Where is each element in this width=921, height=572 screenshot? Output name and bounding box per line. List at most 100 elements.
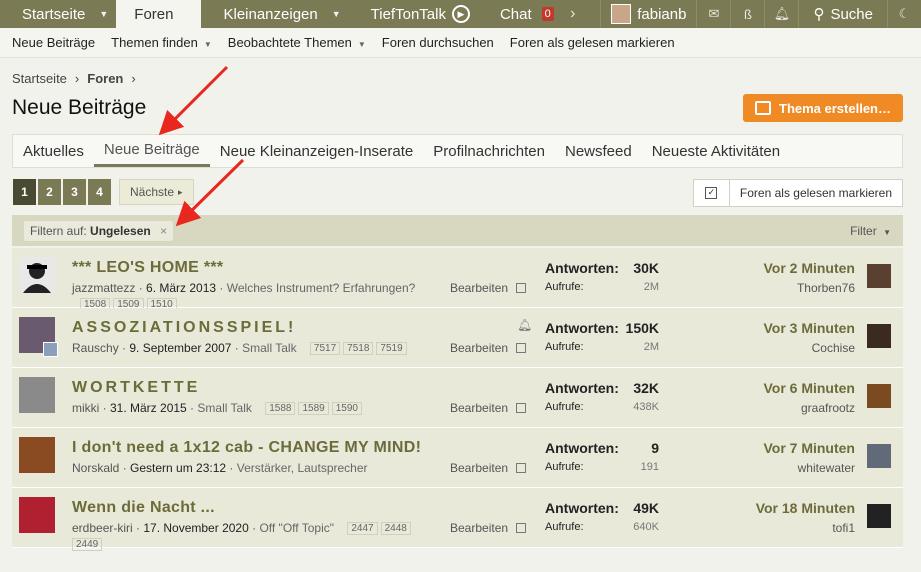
page-2-button[interactable]: 2 (38, 179, 61, 205)
select-checkbox[interactable] (516, 403, 527, 413)
subnav-new-posts[interactable]: Neue Beiträge (12, 35, 95, 50)
tab-new-classifieds[interactable]: Neue Kleinanzeigen-Inserate (210, 135, 423, 167)
thread-forum[interactable]: Off "Off Topic" (259, 521, 334, 535)
search-button[interactable]: ⚲ Suche (798, 0, 887, 28)
user-menu[interactable]: fabianb (600, 0, 696, 28)
thread-date[interactable]: 9. September 2007 (129, 341, 231, 355)
thread-forum[interactable]: Verstärker, Lautsprecher (237, 461, 368, 475)
thread-author[interactable]: erdbeer-kiri (72, 521, 133, 535)
page-link[interactable]: 7518 (343, 342, 374, 355)
thread-title[interactable]: I don't need a 1x12 cab - CHANGE MY MIND… (72, 439, 421, 457)
tab-newsfeed[interactable]: Newsfeed (555, 135, 642, 167)
edit-button[interactable]: Bearbeiten (450, 401, 508, 415)
inbox-button[interactable]: ✉ (696, 0, 730, 28)
select-checkbox[interactable] (516, 463, 527, 473)
alerts-button[interactable]: 🔔︎ (764, 0, 798, 28)
page-4-button[interactable]: 4 (88, 179, 111, 205)
thread-author[interactable]: Norskald (72, 461, 119, 475)
last-post-user[interactable]: Cochise (812, 341, 855, 355)
avatar[interactable] (19, 257, 55, 293)
thread-forum[interactable]: Small Talk (242, 341, 296, 355)
last-poster-avatar[interactable] (867, 324, 891, 348)
page-link[interactable]: 7519 (376, 342, 407, 355)
nav-more-button[interactable]: › (562, 0, 584, 28)
last-post-user[interactable]: Thorben76 (797, 281, 855, 295)
subnav-watched[interactable]: Beobachtete Themen ▼ (228, 35, 366, 50)
subnav-search-forums[interactable]: Foren durchsuchen (382, 35, 494, 50)
thread-date[interactable]: 17. November 2020 (143, 521, 248, 535)
thread-date[interactable]: 6. März 2013 (146, 281, 216, 295)
thread-author[interactable]: mikki (72, 401, 99, 415)
page-link[interactable]: 1590 (331, 402, 362, 415)
select-checkbox[interactable] (516, 343, 527, 353)
edit-button[interactable]: Bearbeiten (450, 281, 508, 295)
thread-row: WORTKETTE mikki · 31. März 2015 · Small … (12, 368, 903, 428)
breadcrumb-home[interactable]: Startseite (12, 71, 67, 86)
filter-chip[interactable]: Filtern auf: Ungelesen × (24, 220, 174, 241)
chevron-down-icon[interactable]: ▼ (332, 9, 341, 19)
edit-button[interactable]: Bearbeiten (450, 461, 508, 475)
nav-tab-classifieds[interactable]: Kleinanzeigen ▼ (201, 0, 348, 28)
tab-profile-posts[interactable]: Profilnachrichten (423, 135, 555, 167)
last-post-user[interactable]: whitewater (798, 461, 855, 475)
tab-new-posts[interactable]: Neue Beiträge (93, 135, 210, 167)
theme-toggle-button[interactable]: ☾ (887, 0, 921, 28)
tab-latest-activity[interactable]: Neueste Aktivitäten (642, 135, 790, 167)
thread-author[interactable]: jazzmattezz (72, 281, 135, 295)
thread-title[interactable]: Wenn die Nacht ... (72, 499, 215, 517)
last-post-time[interactable]: Vor 2 Minuten (763, 260, 855, 276)
page-3-button[interactable]: 3 (63, 179, 86, 205)
last-post-time[interactable]: Vor 7 Minuten (763, 440, 855, 456)
create-thread-button[interactable]: Thema erstellen… (743, 94, 903, 122)
page-link[interactable]: 2447 (347, 522, 378, 535)
page-link[interactable]: 7517 (309, 342, 341, 355)
next-page-button[interactable]: Nächste ▸ (119, 179, 194, 205)
filter-menu-button[interactable]: Filter ▼ (850, 224, 891, 238)
page-link[interactable]: 2449 (72, 538, 103, 551)
thread-forum[interactable]: Welches Instrument? Erfahrungen? (227, 281, 416, 295)
page-link[interactable]: 2448 (380, 522, 411, 535)
last-post-time[interactable]: Vor 18 Minuten (756, 500, 855, 516)
mark-read-button[interactable]: ✓ Foren als gelesen markieren (692, 179, 903, 207)
avatar[interactable] (19, 437, 55, 473)
page-link[interactable]: 1588 (265, 402, 296, 415)
breadcrumb-forums[interactable]: Foren (87, 71, 123, 86)
nav-tab-home[interactable]: Startseite ▼ (0, 0, 116, 28)
last-post-user[interactable]: graafrootz (801, 401, 855, 415)
thread-forum[interactable]: Small Talk (197, 401, 251, 415)
thread-title[interactable]: WORTKETTE (72, 379, 200, 397)
last-poster-avatar[interactable] (867, 384, 891, 408)
last-post-time[interactable]: Vor 6 Minuten (763, 380, 855, 396)
edit-button[interactable]: Bearbeiten (450, 521, 508, 535)
thread-date[interactable]: 31. März 2015 (110, 401, 187, 415)
last-poster-avatar[interactable] (867, 444, 891, 468)
page-1-button[interactable]: 1 (13, 179, 36, 205)
thread-meta: Norskald · Gestern um 23:12 · Verstärker… (72, 461, 368, 475)
last-post-time[interactable]: Vor 3 Minuten (763, 320, 855, 336)
participant-avatar[interactable] (43, 342, 58, 357)
thread-date[interactable]: Gestern um 23:12 (130, 461, 226, 475)
select-checkbox[interactable] (516, 283, 527, 293)
close-icon[interactable]: × (160, 224, 167, 238)
subnav-mark-read[interactable]: Foren als gelesen markieren (510, 35, 675, 50)
subnav-find-threads[interactable]: Themen finden ▼ (111, 35, 212, 50)
page-link[interactable]: 1589 (298, 402, 329, 415)
nav-tab-forums[interactable]: Foren (116, 0, 202, 28)
chevron-down-icon[interactable]: ▼ (99, 9, 108, 19)
select-checkbox[interactable] (516, 523, 527, 533)
nav-tab-tieftontalk[interactable]: TiefTonTalk ▶ (349, 0, 478, 28)
last-poster-avatar[interactable] (867, 264, 891, 288)
edit-button[interactable]: Bearbeiten (450, 341, 508, 355)
nav-tab-chat[interactable]: Chat 0 (478, 0, 562, 28)
thread-title[interactable]: ASSOZIATIONSSPIEL! (72, 319, 296, 337)
last-poster-avatar[interactable] (867, 504, 891, 528)
thread-author[interactable]: Rauschy (72, 341, 119, 355)
thread-pages: 1588 1589 1590 (265, 402, 362, 415)
avatar[interactable] (19, 497, 55, 533)
tab-aktuelles[interactable]: Aktuelles (13, 135, 94, 167)
bass-button[interactable]: ß (730, 0, 764, 28)
thread-title[interactable]: *** LEO'S HOME *** (72, 259, 223, 277)
last-post-user[interactable]: tofi1 (832, 521, 855, 535)
avatar[interactable] (19, 377, 55, 413)
replies-label: Antworten: (545, 440, 619, 456)
